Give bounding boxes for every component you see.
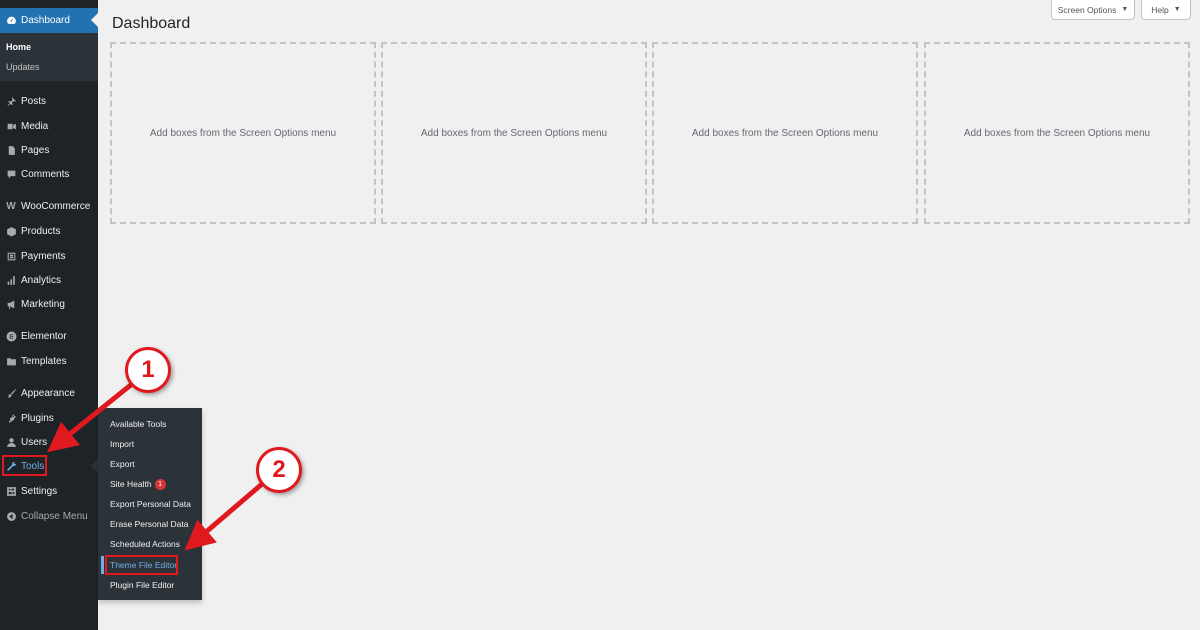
menu-label: Users <box>21 436 48 448</box>
menu-label: Appearance <box>21 387 75 399</box>
caret-down-icon: ▼ <box>1121 6 1129 13</box>
menu-label: Analytics <box>21 274 62 286</box>
caret-down-icon: ▼ <box>1173 6 1181 13</box>
menu-label: Collapse Menu <box>21 510 88 522</box>
arrow-to-theme-editor <box>184 482 264 551</box>
menu-item-elementor[interactable]: Elementor <box>0 324 98 348</box>
menu-label: Media <box>21 120 49 132</box>
user-icon <box>5 436 17 448</box>
empty-area-message: Add boxes from the Screen Options menu <box>420 127 608 139</box>
theme-editor-highlight-box <box>105 555 178 575</box>
submenu-item-available-tools[interactable]: Available Tools <box>110 419 166 429</box>
brush-icon <box>5 387 17 399</box>
step-2-callout: 2 <box>256 447 302 493</box>
page-title: Dashboard <box>112 15 191 32</box>
elementor-icon <box>5 330 17 342</box>
submenu-item-import[interactable]: Import <box>110 439 134 449</box>
submenu-item-scheduled-actions[interactable]: Scheduled Actions <box>110 539 180 549</box>
plug-icon <box>5 412 17 424</box>
empty-widget-area: Add boxes from the Screen Options menu <box>381 42 647 224</box>
menu-label: Marketing <box>21 298 65 310</box>
screen-options-button[interactable]: Screen Options ▼ <box>1051 0 1135 20</box>
empty-area-message: Add boxes from the Screen Options menu <box>691 127 879 139</box>
submenu-item-plugin-file-editor[interactable]: Plugin File Editor <box>110 580 174 590</box>
admin-sidebar: Dashboard Home Updates Posts Media Pages… <box>0 0 98 630</box>
menu-label: Payments <box>21 250 66 262</box>
menu-label: WooCommerce <box>21 200 91 212</box>
menu-item-woocommerce[interactable]: W WooCommerce <box>0 194 98 218</box>
menu-item-users[interactable]: Users <box>0 430 98 454</box>
menu-item-media[interactable]: Media <box>0 114 98 138</box>
menu-item-pages[interactable]: Pages <box>0 138 98 162</box>
menu-item-payments[interactable]: Payments <box>0 244 98 268</box>
media-icon <box>5 120 17 132</box>
menu-item-analytics[interactable]: Analytics <box>0 268 98 292</box>
folder-icon <box>5 355 17 367</box>
pin-icon <box>5 95 17 107</box>
megaphone-icon <box>5 298 17 310</box>
tools-highlight-box <box>2 455 47 476</box>
collapse-icon <box>5 510 17 522</box>
dashboard-icon <box>5 15 17 27</box>
empty-area-message: Add boxes from the Screen Options menu <box>149 127 337 139</box>
menu-item-comments[interactable]: Comments <box>0 162 98 186</box>
menu-item-marketing[interactable]: Marketing <box>0 292 98 316</box>
notification-badge: 1 <box>154 479 166 491</box>
menu-label: Plugins <box>21 412 54 424</box>
submenu-item-erase-personal-data[interactable]: Erase Personal Data <box>110 519 188 529</box>
empty-widget-area: Add boxes from the Screen Options menu <box>652 42 918 224</box>
empty-widget-area: Add boxes from the Screen Options menu <box>924 42 1190 224</box>
page-icon <box>5 144 17 156</box>
empty-area-message: Add boxes from the Screen Options menu <box>963 127 1151 139</box>
menu-label: Templates <box>21 355 67 367</box>
submenu-label: Site Health <box>110 479 152 489</box>
menu-label: Settings <box>21 485 58 497</box>
empty-widget-area: Add boxes from the Screen Options menu <box>110 42 376 224</box>
menu-item-dashboard[interactable]: Dashboard <box>0 8 98 33</box>
comment-icon <box>5 168 17 180</box>
settings-icon <box>5 485 17 497</box>
submenu-item-updates[interactable]: Updates <box>6 62 40 72</box>
woocommerce-icon: W <box>6 200 16 212</box>
menu-label: Elementor <box>21 330 67 342</box>
button-label: Help <box>1151 4 1169 15</box>
submenu-item-export[interactable]: Export <box>110 459 135 469</box>
analytics-icon <box>5 274 17 286</box>
help-button[interactable]: Help ▼ <box>1141 0 1191 20</box>
menu-item-posts[interactable]: Posts <box>0 89 98 113</box>
submenu-item-export-personal-data[interactable]: Export Personal Data <box>110 499 191 509</box>
products-icon <box>5 225 17 237</box>
menu-item-settings[interactable]: Settings <box>0 479 98 503</box>
menu-label: Posts <box>21 95 47 107</box>
menu-label: Comments <box>21 168 70 180</box>
current-page-pointer <box>91 13 98 27</box>
menu-item-templates[interactable]: Templates <box>0 349 98 373</box>
menu-item-collapse[interactable]: Collapse Menu <box>0 504 98 528</box>
menu-item-appearance[interactable]: Appearance <box>0 381 98 405</box>
flyout-pointer <box>91 459 98 473</box>
active-item-indicator <box>101 556 104 574</box>
submenu-item-site-health[interactable]: Site Health 1 <box>110 479 166 491</box>
dashboard-submenu: Home Updates <box>0 33 98 81</box>
payments-icon <box>5 250 17 262</box>
button-label: Screen Options <box>1057 4 1117 15</box>
menu-label: Products <box>21 225 61 237</box>
submenu-item-home[interactable]: Home <box>6 42 31 52</box>
step-1-callout: 1 <box>125 347 171 393</box>
menu-label: Pages <box>21 144 50 156</box>
menu-item-plugins[interactable]: Plugins <box>0 406 98 430</box>
menu-label: Dashboard <box>21 15 70 26</box>
menu-item-products[interactable]: Products <box>0 219 98 243</box>
